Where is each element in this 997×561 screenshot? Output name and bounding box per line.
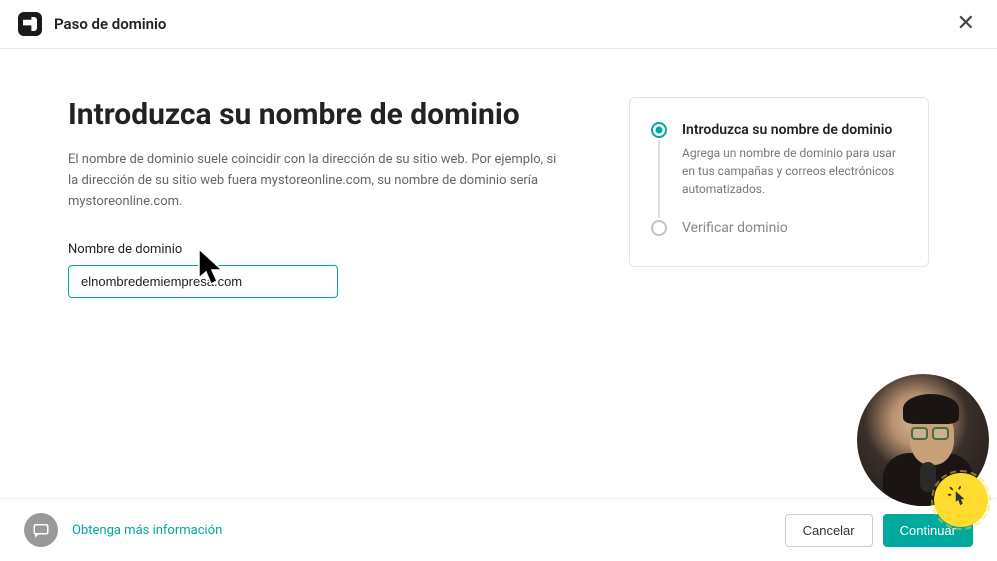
step-circle-inactive-icon — [651, 220, 667, 236]
steps-panel: Introduzca su nombre de dominio Agrega u… — [629, 97, 929, 267]
modal-header: Paso de dominio ✕ — [0, 0, 997, 49]
main-content: Introduzca su nombre de dominio El nombr… — [0, 49, 997, 298]
step-circle-active-icon — [651, 122, 667, 138]
step-title: Introduzca su nombre de dominio — [682, 122, 908, 138]
page-description: El nombre de dominio suele coincidir con… — [68, 150, 569, 212]
step-body: Verificar dominio — [682, 220, 788, 242]
header-left: Paso de dominio — [18, 12, 166, 36]
domain-input[interactable] — [68, 265, 338, 298]
footer-left: Obtenga más información — [24, 513, 222, 547]
step-body: Introduzca su nombre de dominio Agrega u… — [682, 122, 908, 220]
modal-title: Paso de dominio — [54, 15, 166, 33]
app-logo-icon — [18, 12, 42, 36]
step-item: Verificar dominio — [650, 220, 908, 242]
step-title: Verificar dominio — [682, 220, 788, 236]
modal-footer: Obtenga más información Cancelar Continu… — [0, 498, 997, 561]
domain-input-label: Nombre de dominio — [68, 242, 569, 257]
step-connector — [658, 140, 660, 218]
help-link[interactable]: Obtenga más información — [72, 523, 222, 538]
step-marker — [650, 122, 668, 220]
step-marker — [650, 220, 668, 242]
step-item: Introduzca su nombre de dominio Agrega u… — [650, 122, 908, 220]
page-heading: Introduzca su nombre de dominio — [68, 97, 569, 132]
step-description: Agrega un nombre de dominio para usar en… — [682, 144, 908, 198]
cancel-button[interactable]: Cancelar — [785, 514, 873, 547]
form-column: Introduzca su nombre de dominio El nombr… — [68, 97, 569, 298]
chat-help-icon[interactable] — [24, 513, 58, 547]
close-icon[interactable]: ✕ — [953, 11, 979, 37]
click-hint-icon — [934, 473, 988, 527]
